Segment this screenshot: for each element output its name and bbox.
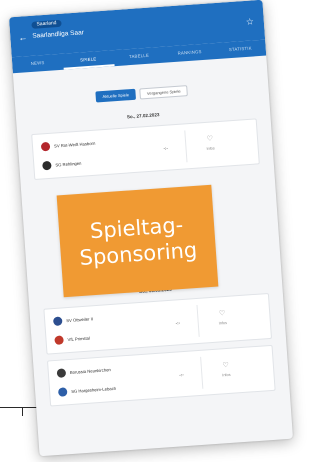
home-crest-icon xyxy=(40,141,51,152)
home-crest-icon xyxy=(52,316,63,327)
card-divider xyxy=(196,304,200,337)
league-pill[interactable]: Saarland xyxy=(31,19,62,29)
arrow-left-icon[interactable]: ← xyxy=(18,32,28,43)
info-label: Infos xyxy=(218,320,228,326)
bell-icon: ♡ xyxy=(206,135,214,143)
home-team-name: SV Ottweiler II xyxy=(66,316,94,324)
bell-icon: ♡ xyxy=(218,310,226,318)
bell-icon: ♡ xyxy=(222,361,230,370)
home-team: SV Rot-Weiß Hasborn xyxy=(40,139,96,152)
match-card[interactable]: SV Ottweiler II VfL Primstal -:- ♡ Infos xyxy=(43,292,273,355)
away-crest-icon xyxy=(57,387,68,397)
away-team: VfL Primstal xyxy=(54,334,90,345)
home-team-name: SV Rot-Weiß Hasborn xyxy=(53,140,96,149)
match-card[interactable]: SV Rot-Weiß Hasborn SG Rehlingen -:- ♡ I… xyxy=(31,118,260,181)
toggle-past-games[interactable]: Vergangene Spiele xyxy=(139,85,189,100)
home-team: Borussia Neunkirchen xyxy=(56,365,111,378)
away-crest-icon xyxy=(42,160,52,171)
star-icon[interactable]: ☆ xyxy=(245,16,254,27)
page-title: Saarlandliga Saar xyxy=(32,29,85,40)
toggle-current-games[interactable]: Aktuelle Spiele xyxy=(95,88,137,103)
home-team-name: Borussia Neunkirchen xyxy=(69,367,111,376)
away-team-name: SG Rehlingen xyxy=(55,160,82,168)
away-team-name: VfL Primstal xyxy=(67,335,91,343)
sponsor-text: Spieltag- Sponsoring xyxy=(77,211,198,271)
info-label: Infos xyxy=(206,146,215,151)
away-team-name: SG Hargesheim-Lebach xyxy=(71,385,117,394)
match-info-button[interactable]: ♡ Infos xyxy=(198,135,223,152)
card-divider xyxy=(200,356,204,389)
games-toggle: Aktuelle Spiele Vergangene Spiele xyxy=(29,80,255,107)
home-crest-icon xyxy=(56,368,67,378)
match-info-button[interactable]: ♡ Infos xyxy=(210,309,235,326)
match-info-button[interactable]: ♡ Infos xyxy=(214,361,239,378)
match-score: -:- xyxy=(175,320,181,326)
home-team: SV Ottweiler II xyxy=(52,314,94,327)
match-score: -:- xyxy=(179,372,184,378)
card-divider xyxy=(184,130,188,163)
away-team: SG Hargesheim-Lebach xyxy=(57,384,117,397)
away-team: SG Rehlingen xyxy=(42,159,82,171)
base-tick-left xyxy=(22,407,23,416)
away-crest-icon xyxy=(54,335,64,345)
sponsor-banner: Spieltag- Sponsoring xyxy=(56,184,219,298)
match-score: -:- xyxy=(163,145,169,151)
match-card[interactable]: Borussia Neunkirchen SG Hargesheim-Lebac… xyxy=(46,344,276,407)
info-label: Infos xyxy=(222,372,231,378)
